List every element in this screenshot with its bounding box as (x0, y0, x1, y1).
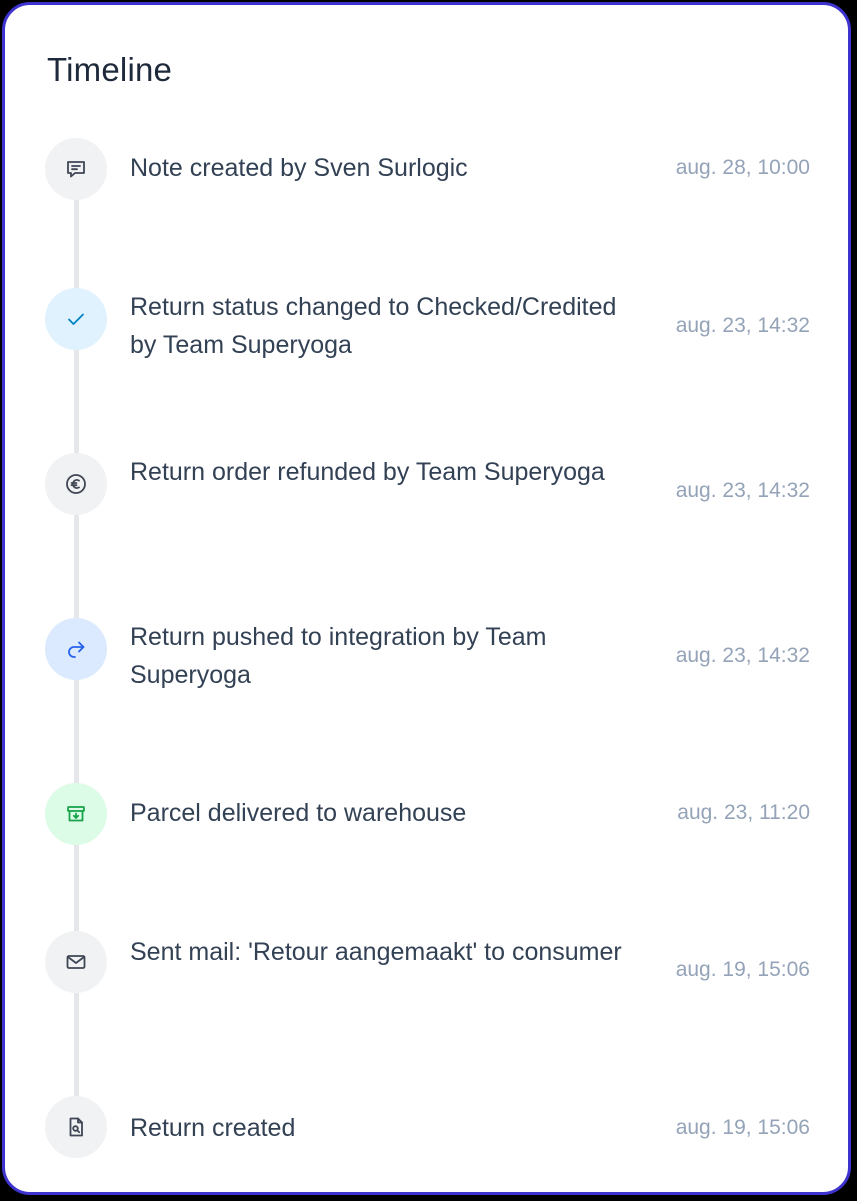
timeline-connector (74, 680, 79, 786)
timeline-connector (74, 200, 79, 292)
timeline-title: Timeline (47, 51, 173, 88)
timeline-card: Timeline Note created by Sven Surlogic a… (2, 2, 851, 1195)
euro-icon (45, 453, 107, 515)
archive-icon (45, 783, 107, 845)
event-label: Parcel delivered to warehouse (130, 799, 467, 827)
event-label: Return created (130, 1114, 296, 1142)
event-timestamp: aug. 23, 11:20 (677, 801, 810, 824)
timeline-connector (74, 843, 79, 935)
check-icon (45, 288, 107, 350)
event-label: Return order refunded by Team Superyoga (130, 458, 605, 486)
event-label: Return status changed to Checked/Credite… (130, 293, 617, 359)
event-timestamp: aug. 28, 10:00 (675, 156, 810, 179)
event-label: Return pushed to integration by Team Sup… (130, 623, 547, 689)
event-label: Sent mail: 'Retour aangemaakt' to consum… (130, 938, 622, 966)
forward-arrow-icon (45, 618, 107, 680)
event-timestamp: aug. 19, 15:06 (675, 1116, 810, 1139)
mail-icon (45, 931, 107, 993)
event-timestamp: aug. 23, 14:32 (675, 644, 810, 667)
document-search-icon (45, 1096, 107, 1158)
timeline-connector (74, 515, 79, 621)
timeline-connector (74, 350, 79, 456)
timeline-connector (74, 993, 79, 1101)
event-timestamp: aug. 19, 15:06 (675, 958, 810, 981)
event-timestamp: aug. 23, 14:32 (675, 314, 810, 337)
event-timestamp: aug. 23, 14:32 (675, 479, 810, 502)
note-icon (45, 138, 107, 200)
event-label: Note created by Sven Surlogic (130, 154, 468, 182)
